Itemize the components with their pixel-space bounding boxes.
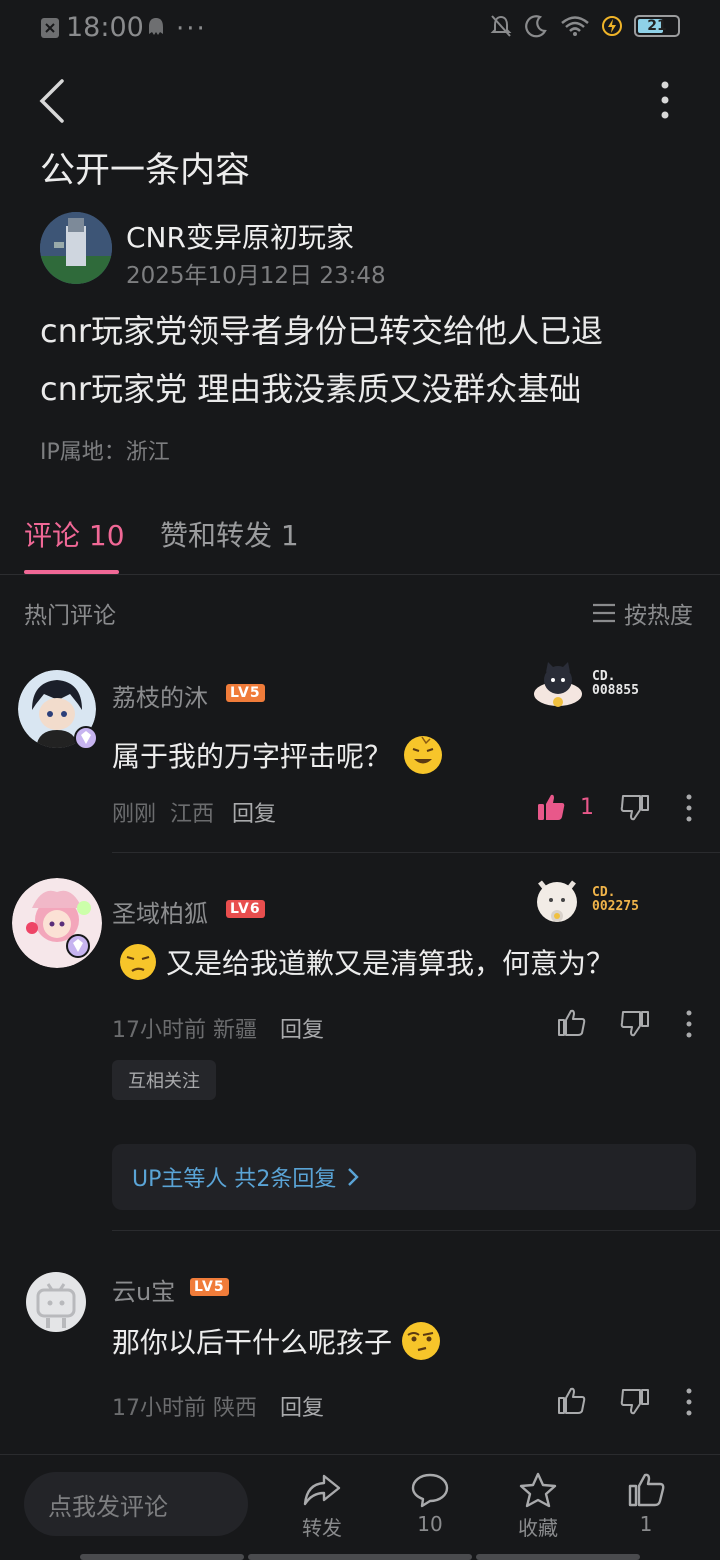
more-notifications-icon: ···: [176, 14, 207, 44]
more-vertical-icon: [686, 1388, 692, 1416]
commenter-avatar[interactable]: [26, 1272, 86, 1332]
chevron-right-icon: [348, 1168, 360, 1186]
status-time: 18:00: [66, 12, 144, 43]
sub-replies-label: UP主等人 共2条回复: [132, 1167, 337, 1192]
reply-button[interactable]: 回复: [280, 1012, 324, 1044]
moon-icon: [525, 15, 547, 38]
share-label: 转发: [302, 1516, 342, 1540]
home-indicator: [80, 1554, 244, 1560]
mutual-follow-tag: 互相关注: [112, 1060, 216, 1100]
home-indicator: [248, 1554, 472, 1560]
post-body-line: cnr玩家党领导者身份已转交给他人已退: [40, 312, 604, 350]
thumbs-down-icon: [620, 795, 649, 821]
post-like-count: 1: [639, 1512, 653, 1536]
sort-button[interactable]: 按热度: [592, 596, 693, 630]
like-button[interactable]: [556, 1008, 586, 1042]
fan-badge-number: CD. 002275: [592, 885, 639, 914]
comment-text: 那你以后干什么呢孩子: [112, 1320, 442, 1362]
commenter-avatar[interactable]: [12, 878, 102, 968]
comment-meta: 17小时前 新疆: [112, 1018, 258, 1043]
thumbs-down-icon: [620, 1011, 649, 1037]
default-avatar-tv-icon: [36, 1283, 76, 1328]
home-indicator: [476, 1554, 640, 1560]
sort-label: 按热度: [624, 603, 693, 629]
thumbs-up-icon: [628, 1473, 665, 1507]
reply-button[interactable]: 回复: [232, 796, 276, 828]
more-options-button[interactable]: [650, 80, 680, 120]
fan-badge-cat-icon: [530, 654, 586, 710]
comment-meta: 刚刚 江西: [112, 802, 215, 827]
commenter-name[interactable]: 荔枝的沐: [112, 678, 208, 713]
charging-icon: [602, 16, 622, 36]
post-body: cnr玩家党领导者身份已转交给他人已退 cnr玩家党 理由我没素质又没群众基础: [40, 302, 680, 418]
author-avatar[interactable]: [40, 212, 112, 284]
comment-text: 又是给我道歉又是清算我，何意为？: [118, 942, 614, 982]
like-count: 1: [580, 794, 594, 820]
mute-icon: [490, 15, 512, 37]
commenter-name[interactable]: 圣域柏狐: [112, 894, 208, 929]
back-arrow-icon: [39, 79, 64, 123]
notification-icon: [40, 16, 60, 46]
tab-likes-shares[interactable]: 赞和转发 1: [160, 514, 299, 554]
more-vertical-icon: [686, 794, 692, 822]
more-vertical-icon: [661, 81, 669, 119]
dislike-button[interactable]: [620, 1386, 650, 1420]
post-author-name[interactable]: CNR变异原初玩家: [126, 216, 354, 256]
thumbs-up-icon: [558, 1387, 586, 1414]
page-title: 公开一条内容: [40, 151, 251, 191]
more-vertical-icon: [686, 1010, 692, 1038]
view-replies-button[interactable]: UP主等人 共2条回复: [112, 1144, 696, 1210]
commenter-name[interactable]: 云u宝: [112, 1272, 175, 1307]
dislike-button[interactable]: [620, 792, 650, 826]
share-arrow-icon: [303, 1474, 341, 1506]
comment-button[interactable]: 10: [390, 1472, 470, 1536]
comment-more-button[interactable]: [684, 1010, 694, 1042]
doubt-emoji-icon: [402, 1322, 441, 1360]
post-body-line: cnr玩家党 理由我没素质又没群众基础: [40, 370, 582, 408]
status-bar: 18:00 ··· 21: [0, 0, 720, 56]
status-icons: 21: [490, 14, 680, 38]
comment-more-button[interactable]: [684, 1388, 694, 1420]
vip-diamond-icon: [74, 726, 98, 750]
comment-text: 属于我的万字抨击呢？: [112, 734, 444, 776]
thumbs-down-icon: [620, 1389, 649, 1415]
divider: [112, 1230, 720, 1231]
smirk-emoji-icon: [120, 944, 156, 980]
speech-bubble-icon: [411, 1473, 449, 1508]
wifi-icon: [561, 16, 589, 36]
back-button[interactable]: [36, 78, 76, 124]
fan-badge-fox-icon: [530, 872, 584, 928]
comment-input[interactable]: 点我发评论: [24, 1472, 248, 1536]
menu-lines-icon: [593, 603, 615, 623]
comment-more-button[interactable]: [684, 794, 694, 826]
fan-badge-number: CD. 008855: [592, 669, 639, 698]
hot-comments-label: 热门评论: [24, 603, 116, 629]
level-badge: LV6: [226, 900, 265, 918]
share-button[interactable]: 转发: [282, 1472, 362, 1541]
comment-meta: 17小时前 陕西: [112, 1396, 258, 1421]
level-badge: LV5: [190, 1278, 229, 1296]
comment-count: 10: [417, 1512, 443, 1536]
like-button[interactable]: [556, 1386, 586, 1420]
favorite-label: 收藏: [518, 1516, 558, 1540]
divider: [0, 574, 720, 575]
tab-comments[interactable]: 评论 10: [24, 514, 125, 554]
favorite-button[interactable]: 收藏: [498, 1472, 578, 1541]
like-post-button[interactable]: 1: [606, 1472, 686, 1536]
thumbs-up-filled-icon: [538, 794, 565, 820]
level-badge: LV5: [226, 684, 265, 702]
grin-emoji-icon: [404, 736, 443, 774]
star-icon: [519, 1472, 557, 1508]
post-timestamp: 2025年10月12日 23:48: [126, 263, 386, 289]
divider: [112, 852, 720, 853]
post-ip-location: IP属地：浙江: [40, 440, 170, 465]
battery-indicator: 21: [634, 15, 680, 37]
like-button[interactable]: 1: [536, 792, 594, 822]
dislike-button[interactable]: [620, 1008, 650, 1042]
app-notification-icon: [146, 16, 166, 46]
thumbs-up-icon: [558, 1009, 586, 1036]
reply-button[interactable]: 回复: [280, 1390, 324, 1422]
vip-diamond-icon: [66, 934, 90, 958]
